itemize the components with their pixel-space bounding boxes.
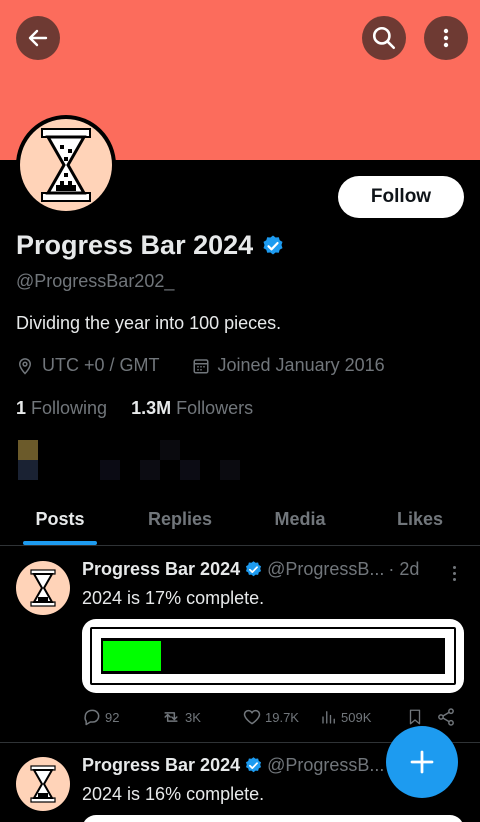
post-author-handle: @ProgressB... (267, 755, 385, 775)
profile-bio: Dividing the year into 100 pieces. (16, 313, 282, 333)
repost-count: 3K (185, 709, 201, 725)
follow-button[interactable]: Follow (338, 176, 464, 218)
bookmark-button[interactable] (406, 707, 436, 727)
post-item[interactable]: Progress Bar 2024 @ProgressB... · 2d 202… (0, 547, 480, 742)
repost-button[interactable]: 3K (160, 707, 242, 727)
hourglass-icon (30, 569, 56, 607)
followers-link[interactable]: 1.3M Followers (131, 398, 253, 419)
post-author-name[interactable]: Progress Bar 2024 (82, 559, 240, 580)
post-header: Progress Bar 2024 @ProgressB... · 2d (82, 559, 419, 580)
hourglass-icon (30, 765, 56, 803)
tab-likes[interactable]: Likes (360, 494, 480, 545)
location-icon (18, 357, 32, 375)
verified-badge-icon (246, 561, 262, 577)
reply-count: 92 (105, 709, 120, 725)
post-text: 2024 is 17% complete. (82, 588, 265, 608)
post-more-button[interactable] (446, 563, 462, 583)
repost-icon (164, 712, 178, 722)
compose-post-button[interactable] (386, 726, 458, 798)
following-label: Following (31, 398, 108, 418)
tab-label: Replies (147, 509, 213, 529)
progress-bar-image[interactable] (82, 619, 464, 693)
reply-icon (84, 709, 100, 726)
more-vertical-icon (443, 28, 449, 48)
progress-bar-track (101, 638, 445, 674)
tab-media[interactable]: Media (240, 494, 360, 545)
following-count: 1 (16, 398, 27, 418)
bookmark-icon (409, 709, 421, 725)
progress-bar-frame (90, 627, 456, 685)
followers-count: 1.3M (131, 398, 172, 418)
view-count: 509K (341, 709, 372, 725)
post-author-handle: @ProgressB... (267, 559, 385, 579)
arrow-left-icon (28, 29, 48, 47)
progress-bar-fill (103, 641, 161, 671)
post-author-name[interactable]: Progress Bar 2024 (82, 755, 240, 776)
hourglass-icon (41, 128, 91, 202)
like-button[interactable]: 19.7K (242, 707, 320, 727)
profile-name-row: Progress Bar 2024 (16, 230, 285, 261)
views-chart-icon (322, 711, 335, 724)
profile-location: UTC +0 / GMT (42, 355, 160, 375)
reply-button[interactable]: 92 (82, 707, 160, 727)
follow-counts: 1 Following 1.3M Followers (16, 398, 253, 419)
verified-badge-icon (246, 757, 262, 773)
profile-tabs: Posts Replies Media Likes (0, 494, 480, 546)
post-time: · 2d (388, 559, 420, 579)
verified-badge-icon (263, 235, 283, 254)
post-actions: 92 3K 19.7K 509K (82, 707, 462, 727)
share-button[interactable] (436, 707, 456, 727)
share-icon (438, 708, 454, 726)
profile-meta: UTC +0 / GMT Joined January 2016 (16, 355, 385, 376)
active-tab-indicator (23, 541, 97, 545)
profile-avatar[interactable] (16, 115, 116, 215)
more-options-button[interactable] (424, 16, 468, 60)
tab-label: Posts (35, 509, 85, 529)
profile-handle: @ProgressBar202_ (16, 271, 175, 291)
calendar-icon (193, 358, 209, 373)
post-header: Progress Bar 2024 @ProgressB... (82, 755, 384, 776)
search-button[interactable] (362, 16, 406, 60)
followers-you-know-avatars[interactable] (18, 440, 248, 480)
heart-icon (243, 709, 261, 725)
tab-posts[interactable]: Posts (0, 494, 120, 545)
post-avatar[interactable] (16, 757, 70, 811)
profile-joined: Joined January 2016 (217, 355, 385, 375)
tab-label: Media (274, 509, 326, 529)
profile-name: Progress Bar 2024 (16, 230, 254, 260)
post-avatar[interactable] (16, 561, 70, 615)
progress-bar-image[interactable] (82, 815, 464, 822)
post-text: 2024 is 16% complete. (82, 784, 265, 804)
tab-replies[interactable]: Replies (120, 494, 240, 545)
plus-icon (410, 750, 434, 774)
followers-label: Followers (176, 398, 254, 418)
like-count: 19.7K (265, 709, 299, 725)
following-link[interactable]: 1 Following (16, 398, 107, 419)
back-button[interactable] (16, 16, 60, 60)
views-button[interactable]: 509K (320, 708, 406, 726)
search-icon (372, 26, 396, 50)
tab-label: Likes (396, 509, 444, 529)
